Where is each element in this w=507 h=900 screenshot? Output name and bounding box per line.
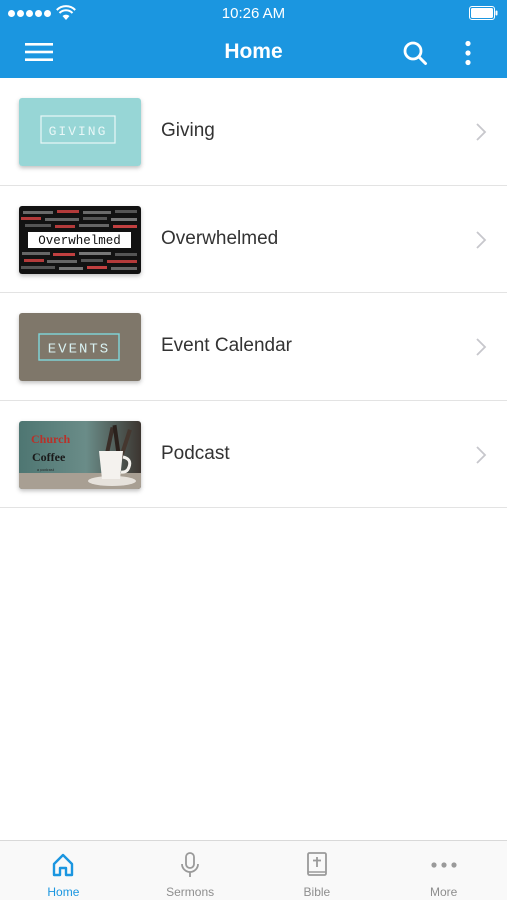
search-icon xyxy=(403,41,427,65)
vertical-dots-icon xyxy=(465,40,471,66)
podcast-thumbnail: Church Coffee a podcast xyxy=(19,420,141,489)
list-item-label: Event Calendar xyxy=(161,335,292,356)
list-item-giving[interactable]: GIVING Giving xyxy=(0,78,507,186)
tab-label: Sermons xyxy=(166,885,215,899)
bible-icon xyxy=(306,852,327,876)
nav-bar: Home xyxy=(0,28,507,78)
tab-bible[interactable]: Bible xyxy=(254,841,381,900)
chevron-right-icon xyxy=(476,230,487,249)
list-item-overwhelmed[interactable]: Overwhelmed Overwhelmed xyxy=(0,186,507,293)
overwhelmed-thumbnail: Overwhelmed xyxy=(19,205,141,274)
tab-more[interactable]: More xyxy=(380,841,507,900)
podcast-thumb-subtitle: a podcast xyxy=(37,468,55,472)
status-bar: 10:26 AM xyxy=(0,0,507,28)
app-header: 10:26 AM Home xyxy=(0,0,507,78)
status-time: 10:26 AM xyxy=(221,5,286,22)
tab-bar: Home Sermons Bible More xyxy=(0,840,507,900)
tab-home[interactable]: Home xyxy=(0,841,127,900)
podcast-thumb-title-1: Church xyxy=(31,432,70,446)
events-thumb-text: EVENTS xyxy=(48,342,110,358)
list-item-label: Giving xyxy=(161,120,215,141)
home-list: GIVING Giving Overwhelmed Overwhelmed EV… xyxy=(0,78,507,508)
overwhelmed-thumb-text: Overwhelmed xyxy=(38,234,121,248)
chevron-right-icon xyxy=(476,445,487,464)
tab-sermons[interactable]: Sermons xyxy=(127,841,254,900)
list-item-label: Podcast xyxy=(161,442,230,464)
list-item-podcast[interactable]: Church Coffee a podcast Podcast xyxy=(0,401,507,508)
home-icon xyxy=(53,853,74,877)
giving-thumbnail: GIVING xyxy=(19,98,141,166)
tab-label: Home xyxy=(47,885,80,899)
list-item-event-calendar[interactable]: EVENTS Event Calendar xyxy=(0,293,507,401)
list-item-label: Overwhelmed xyxy=(161,227,279,249)
search-button[interactable] xyxy=(398,37,432,69)
more-dots-icon xyxy=(431,862,457,868)
battery-icon xyxy=(469,6,498,20)
tab-label: More xyxy=(429,885,458,899)
chevron-right-icon xyxy=(476,338,487,356)
events-thumbnail: EVENTS xyxy=(19,313,141,381)
microphone-icon xyxy=(181,852,200,877)
tab-label: Bible xyxy=(303,885,331,899)
chevron-right-icon xyxy=(476,123,487,141)
overflow-menu-button[interactable] xyxy=(455,37,481,69)
podcast-thumb-title-2: Coffee xyxy=(32,450,66,464)
giving-thumb-text: GIVING xyxy=(49,124,108,139)
